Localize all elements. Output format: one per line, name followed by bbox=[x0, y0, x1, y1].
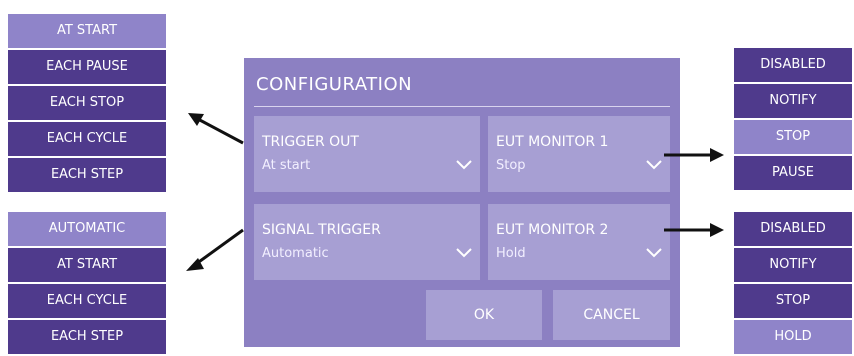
arrow-icon bbox=[188, 113, 244, 145]
arrow-icon bbox=[664, 223, 724, 237]
arrow-icon bbox=[186, 228, 244, 271]
connector-arrows bbox=[186, 113, 724, 271]
arrow-icon bbox=[664, 148, 724, 162]
